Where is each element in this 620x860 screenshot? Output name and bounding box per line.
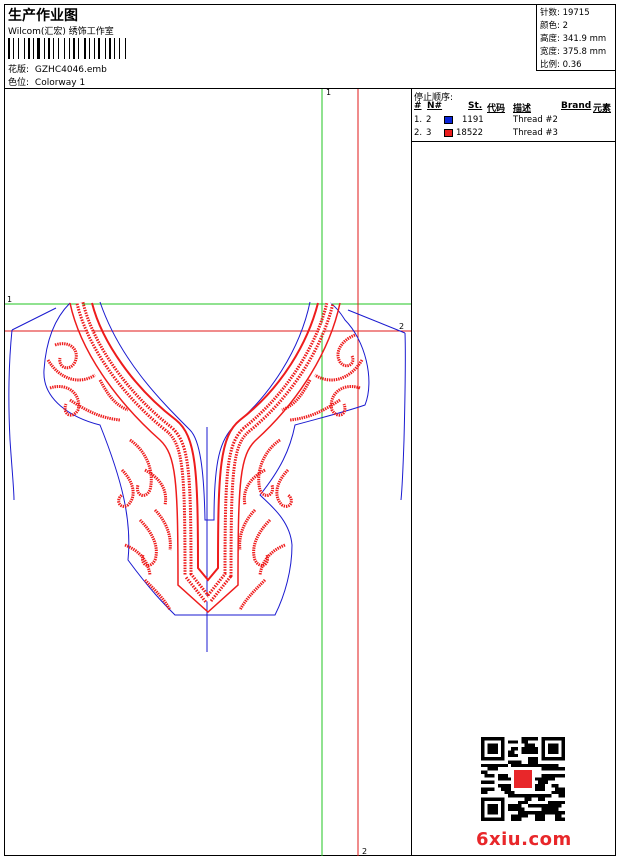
guide-label-v2: 2 [362,847,367,856]
embroidery-neckline [69,301,341,614]
qr-code [481,737,565,821]
guide-label-v1: 1 [326,88,331,97]
embroidery-floral [46,333,364,611]
guide-label-h2: 2 [399,322,404,331]
guide-label-h1: 1 [7,295,12,304]
qr-logo [511,767,535,791]
watermark: 6xiu.com [476,829,572,850]
design-canvas: 1 1 2 2 [5,88,411,856]
